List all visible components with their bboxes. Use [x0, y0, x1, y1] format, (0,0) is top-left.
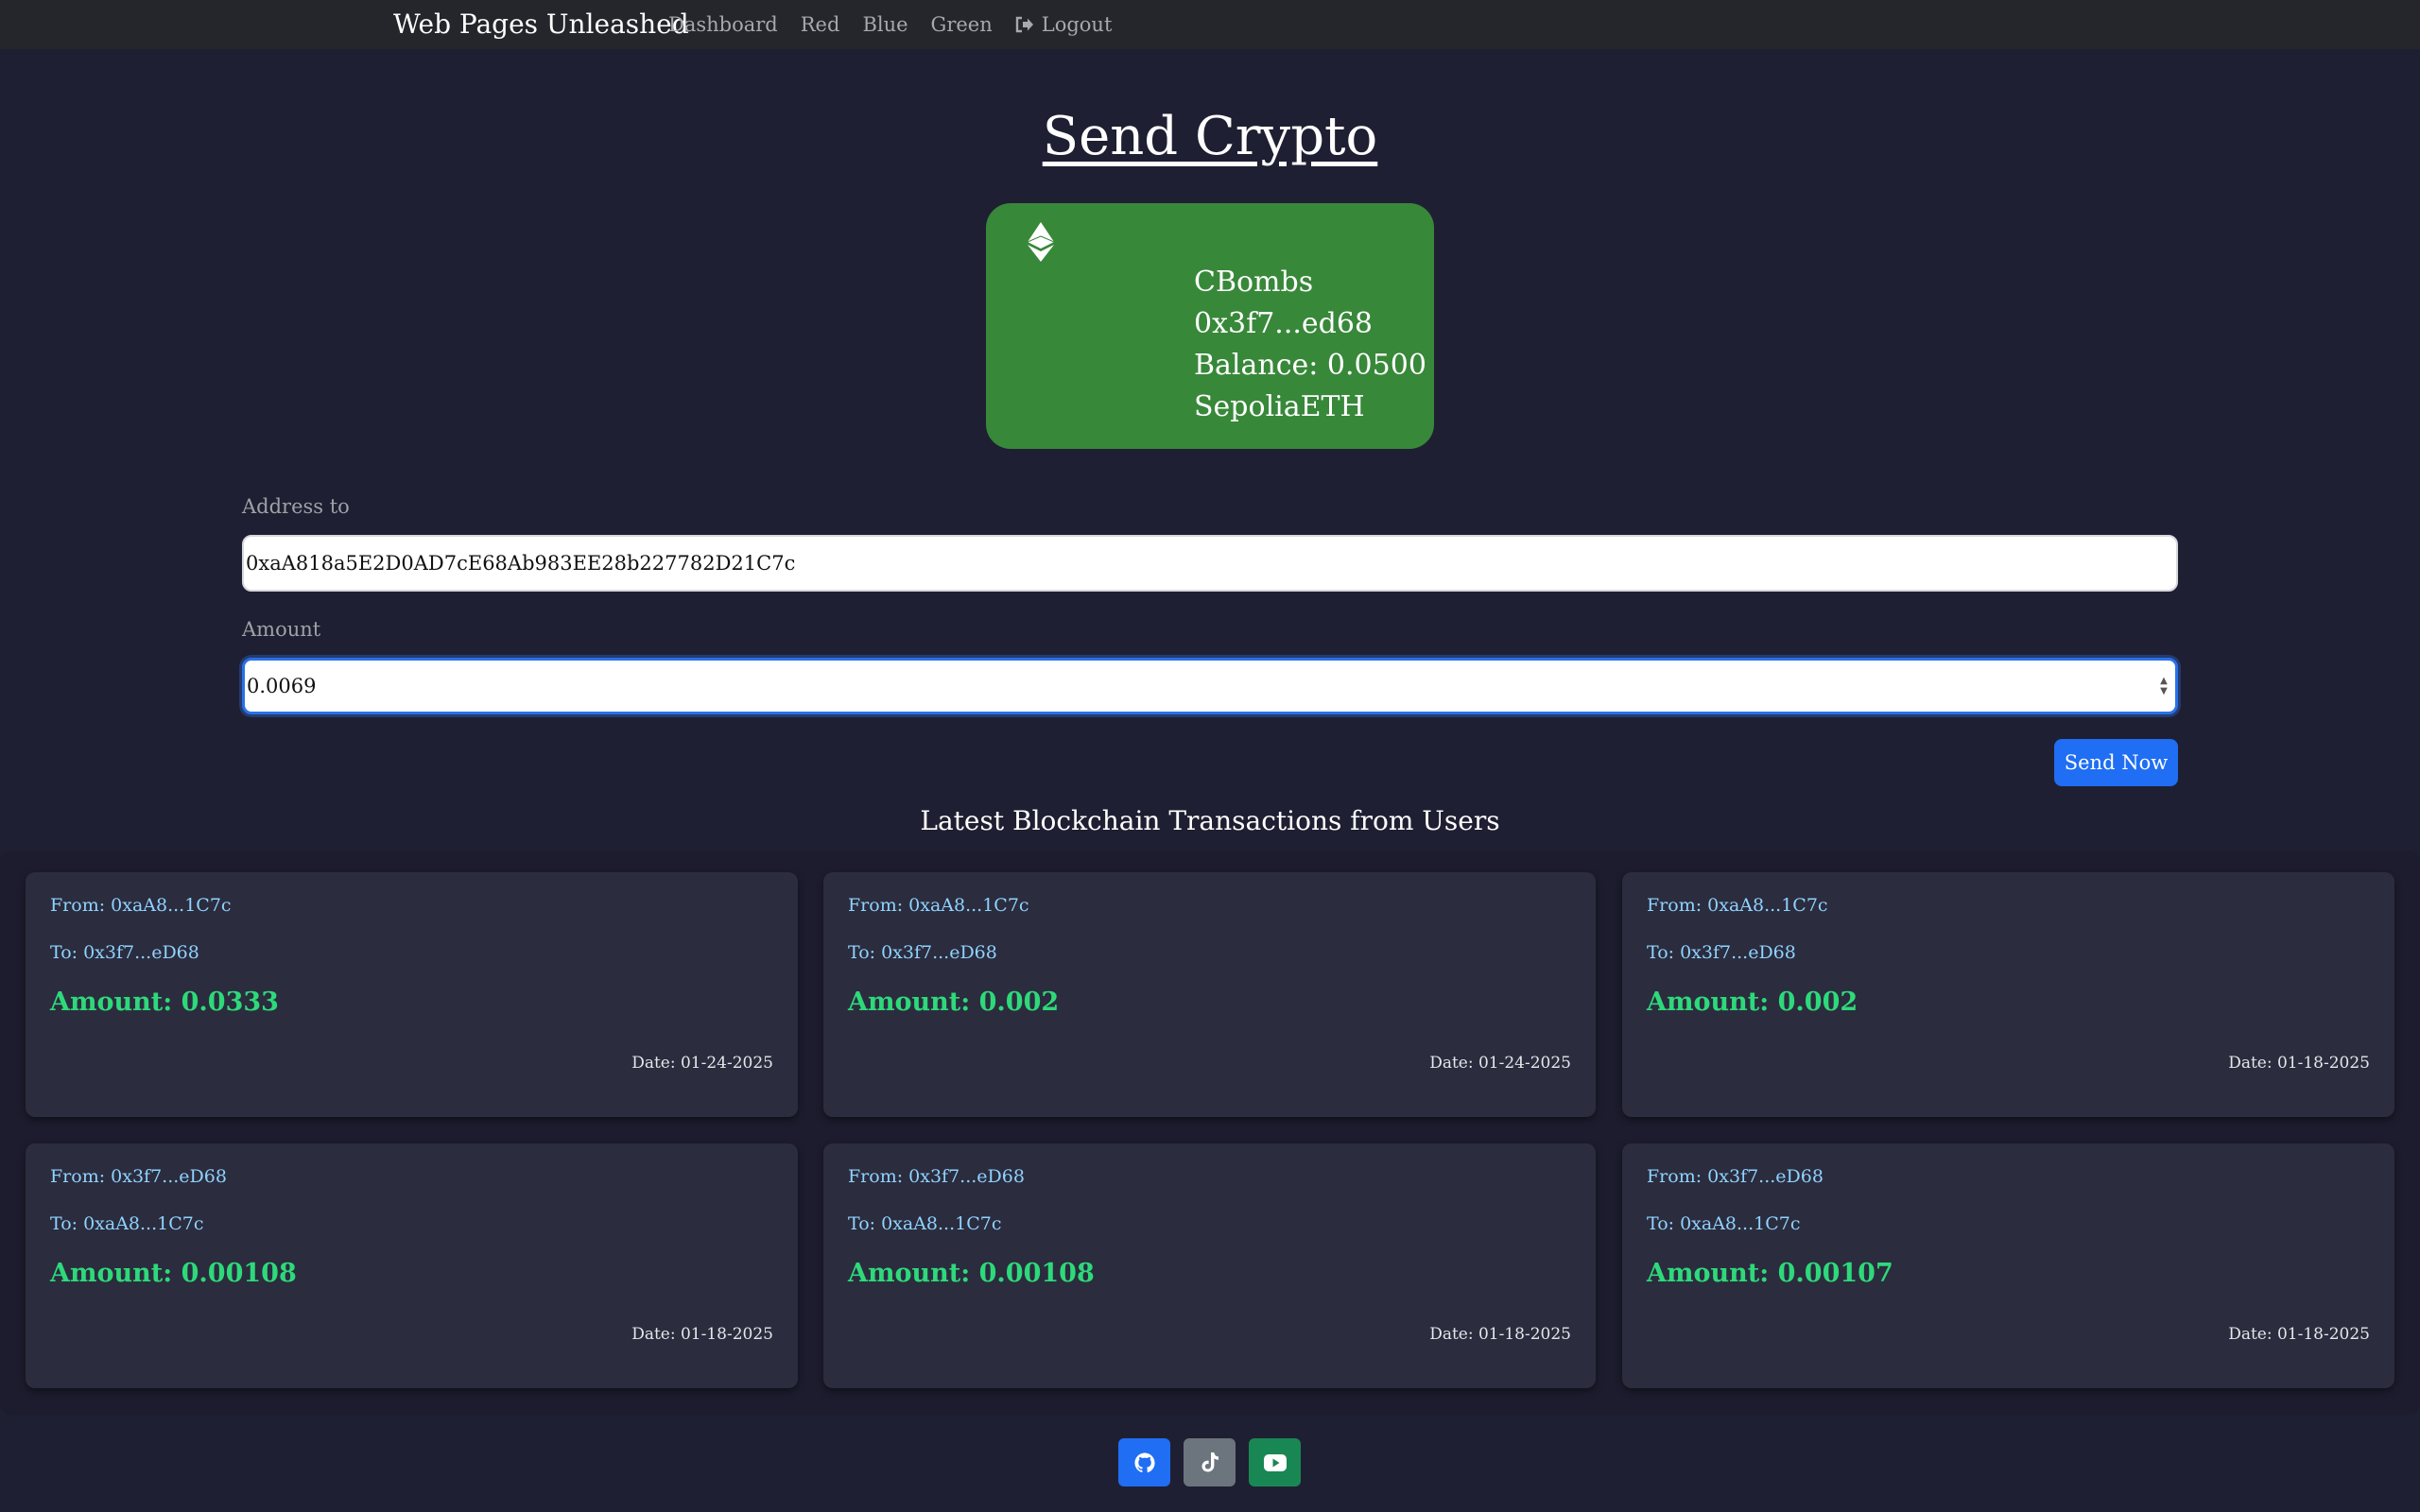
amount-label: Amount — [242, 618, 321, 641]
stepper-up-icon[interactable]: ▲ — [2160, 676, 2168, 686]
transaction-card: From: 0x3f7...eD68 To: 0xaA8...1C7c Amou… — [823, 1143, 1596, 1388]
transaction-card: From: 0xaA8...1C7c To: 0x3f7...eD68 Amou… — [823, 872, 1596, 1117]
tx-from: From: 0xaA8...1C7c — [1647, 895, 1828, 916]
nav-links: Dashboard Red Blue Green Logout — [668, 0, 1134, 49]
send-now-button[interactable]: Send Now — [2054, 739, 2178, 786]
tx-from: From: 0xaA8...1C7c — [848, 895, 1029, 916]
transactions-title: Latest Blockchain Transactions from User… — [920, 805, 1500, 836]
tx-from: From: 0x3f7...eD68 — [50, 1166, 227, 1187]
tx-amount: Amount: 0.00107 — [1647, 1259, 1893, 1288]
tx-date: Date: 01-18-2025 — [2228, 1325, 2370, 1344]
tx-date: Date: 01-18-2025 — [631, 1325, 773, 1344]
tx-date: Date: 01-18-2025 — [1429, 1325, 1571, 1344]
youtube-button[interactable] — [1249, 1438, 1301, 1486]
tx-date: Date: 01-24-2025 — [1429, 1054, 1571, 1073]
tx-to: To: 0xaA8...1C7c — [50, 1213, 204, 1234]
tx-amount: Amount: 0.0333 — [50, 988, 279, 1017]
tx-from: From: 0xaA8...1C7c — [50, 895, 232, 916]
nav-red[interactable]: Red — [801, 13, 840, 36]
navbar: Web Pages Unleashed Dashboard Red Blue G… — [0, 0, 2420, 49]
tx-amount: Amount: 0.002 — [848, 988, 1060, 1017]
wallet-name: CBombs — [1194, 266, 1314, 299]
logout-icon — [1015, 16, 1033, 33]
tx-from: From: 0x3f7...eD68 — [1647, 1166, 1824, 1187]
wallet-address: 0x3f7...ed68 — [1194, 307, 1374, 340]
transaction-card: From: 0x3f7...eD68 To: 0xaA8...1C7c Amou… — [1622, 1143, 2394, 1388]
nav-logout[interactable]: Logout — [1015, 13, 1113, 36]
tx-from: From: 0x3f7...eD68 — [848, 1166, 1025, 1187]
youtube-icon — [1263, 1453, 1287, 1471]
transaction-card: From: 0x3f7...eD68 To: 0xaA8...1C7c Amou… — [26, 1143, 798, 1388]
transaction-card: From: 0xaA8...1C7c To: 0x3f7...eD68 Amou… — [1622, 872, 2394, 1117]
transactions-panel: From: 0xaA8...1C7c To: 0x3f7...eD68 Amou… — [0, 850, 2420, 1415]
tx-amount: Amount: 0.002 — [1647, 988, 1858, 1017]
wallet-card: CBombs 0x3f7...ed68 Balance: 0.0500 Sepo… — [986, 203, 1434, 449]
address-label: Address to — [242, 495, 350, 518]
tx-to: To: 0x3f7...eD68 — [50, 942, 199, 963]
tx-to: To: 0xaA8...1C7c — [1647, 1213, 1801, 1234]
page-title: Send Crypto — [1042, 106, 1378, 167]
github-button[interactable] — [1118, 1438, 1170, 1486]
wallet-info: CBombs 0x3f7...ed68 Balance: 0.0500 Sepo… — [1194, 262, 1426, 428]
nav-blue[interactable]: Blue — [862, 13, 908, 36]
tiktok-button[interactable] — [1184, 1438, 1236, 1486]
tiktok-icon — [1201, 1452, 1219, 1471]
stepper-down-icon[interactable]: ▼ — [2160, 686, 2168, 696]
tx-date: Date: 01-24-2025 — [631, 1054, 773, 1073]
wallet-balance: Balance: 0.0500 — [1194, 349, 1426, 382]
tx-to: To: 0x3f7...eD68 — [848, 942, 997, 963]
tx-amount: Amount: 0.00108 — [848, 1259, 1095, 1288]
ethereum-icon — [1028, 222, 1054, 262]
wallet-network: SepoliaETH — [1194, 390, 1365, 423]
amount-input[interactable] — [242, 658, 2178, 714]
tx-to: To: 0xaA8...1C7c — [848, 1213, 1002, 1234]
brand-link[interactable]: Web Pages Unleashed — [393, 0, 689, 49]
address-input[interactable] — [242, 535, 2178, 592]
tx-date: Date: 01-18-2025 — [2228, 1054, 2370, 1073]
amount-stepper[interactable]: ▲ ▼ — [2157, 674, 2170, 698]
logout-label: Logout — [1041, 13, 1113, 36]
transaction-card: From: 0xaA8...1C7c To: 0x3f7...eD68 Amou… — [26, 872, 798, 1117]
nav-green[interactable]: Green — [931, 13, 993, 36]
tx-to: To: 0x3f7...eD68 — [1647, 942, 1796, 963]
footer-social-links — [1118, 1438, 1301, 1486]
tx-amount: Amount: 0.00108 — [50, 1259, 297, 1288]
github-icon — [1133, 1452, 1155, 1472]
nav-dashboard[interactable]: Dashboard — [668, 13, 778, 36]
